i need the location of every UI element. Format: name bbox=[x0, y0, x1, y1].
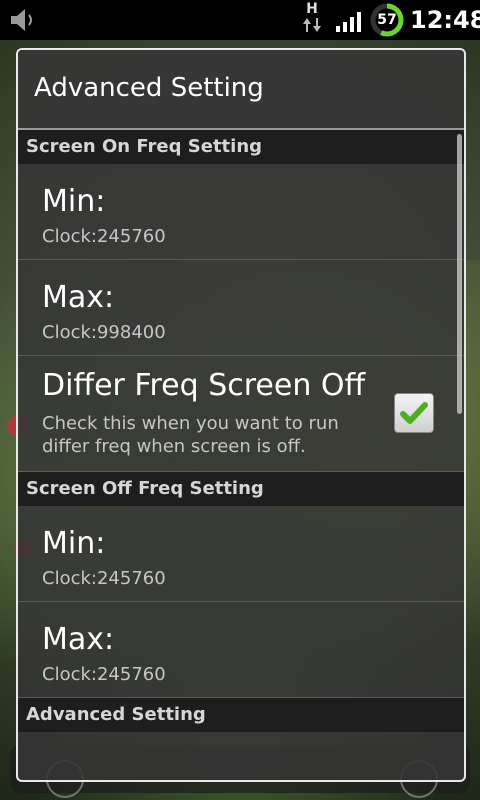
pref-title: Min: bbox=[42, 184, 106, 219]
network-type-label: H bbox=[306, 1, 318, 17]
pref-title: Max: bbox=[42, 280, 115, 315]
pref-title: Differ Freq Screen Off bbox=[42, 368, 366, 403]
pref-title: Max: bbox=[42, 622, 115, 657]
differ-freq-checkbox[interactable] bbox=[394, 393, 434, 433]
section-header-screen-off: Screen Off Freq Setting bbox=[18, 472, 464, 506]
pref-summary: Check this when you want to run differ f… bbox=[42, 413, 339, 457]
speaker-icon bbox=[11, 9, 32, 31]
pref-screen-off-max[interactable]: Max: Clock:245760 bbox=[18, 602, 464, 698]
signal-icon bbox=[336, 12, 361, 32]
battery-icon: 57 bbox=[370, 3, 404, 37]
pref-summary: Clock:998400 bbox=[42, 322, 166, 343]
pref-summary: Clock:245760 bbox=[42, 226, 166, 247]
dialog-title: Advanced Setting bbox=[18, 50, 464, 130]
pref-screen-on-max[interactable]: Max: Clock:998400 bbox=[18, 260, 464, 356]
pref-screen-on-min[interactable]: Min: Clock:245760 bbox=[18, 164, 464, 260]
battery-level: 57 bbox=[377, 12, 397, 28]
pref-screen-off-min[interactable]: Min: Clock:245760 bbox=[18, 506, 464, 602]
checkmark-icon bbox=[400, 402, 428, 424]
advanced-setting-dialog: Advanced Setting Screen On Freq Setting … bbox=[16, 48, 466, 782]
pref-summary: Clock:245760 bbox=[42, 568, 166, 589]
pref-title: Min: bbox=[42, 526, 106, 561]
pref-differ-freq-screen-off[interactable]: Differ Freq Screen Off Check this when y… bbox=[18, 356, 464, 472]
hspa-icon: H bbox=[300, 2, 324, 38]
section-header-advanced: Advanced Setting bbox=[18, 698, 464, 732]
status-bar: H 57 12:48 bbox=[0, 0, 480, 40]
dialog-scrollbar[interactable] bbox=[457, 134, 462, 414]
section-header-screen-on: Screen On Freq Setting bbox=[18, 130, 464, 164]
status-clock: 12:48 bbox=[410, 6, 480, 34]
pref-summary: Clock:245760 bbox=[42, 664, 166, 685]
